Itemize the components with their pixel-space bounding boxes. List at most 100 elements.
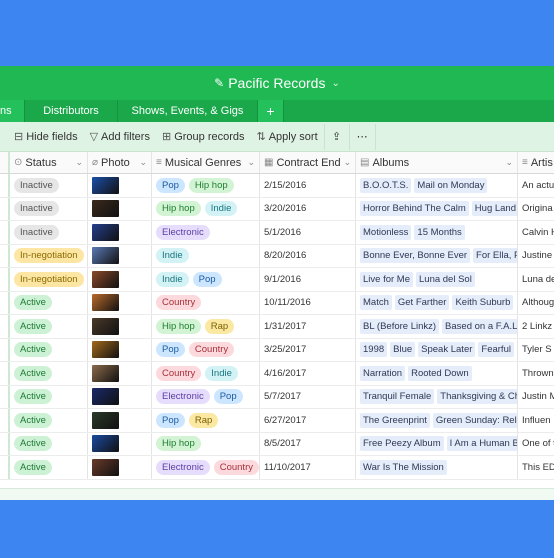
album-link[interactable]: Fearful [478,342,514,358]
artist-bio-cell[interactable]: Althoug [518,292,554,315]
status-cell[interactable]: Inactive [10,197,88,220]
share-button[interactable]: ⇪ [323,123,350,150]
contract-end-cell[interactable]: 3/25/2017 [260,338,356,361]
photo-cell[interactable] [88,174,152,197]
contract-end-cell[interactable]: 10/11/2016 [260,291,356,314]
artist-bio-cell[interactable]: Justine [518,245,554,268]
photo-cell[interactable] [88,268,152,291]
albums-cell[interactable]: Narration Rooted Down [356,362,518,385]
albums-cell[interactable]: War Is The Mission [356,456,518,479]
albums-cell[interactable]: Bonne Ever, Bonne Ever For Ella, P [356,244,518,267]
column-header-artist[interactable]: ≡ Artis [518,152,554,173]
contract-end-cell[interactable]: 5/7/2017 [260,385,356,408]
album-link[interactable]: Tranquil Female [360,389,435,405]
column-header-albums[interactable]: ▤ Albums ⌄ [356,152,518,173]
album-link[interactable]: Luna del Sol [416,271,475,287]
albums-cell[interactable]: BL (Before Linkz) Based on a F.A.L [356,315,518,338]
album-link[interactable]: 1998 [360,342,388,358]
contract-end-cell[interactable]: 8/5/2017 [260,432,356,455]
artist-bio-cell[interactable]: Influen [518,409,554,432]
album-link[interactable]: Free Peezy Album [360,436,444,452]
albums-cell[interactable]: 1998 Blue Speak Later Fearful [356,338,518,361]
artist-photo-thumbnail[interactable] [92,176,119,194]
row-selector[interactable] [0,385,10,408]
status-cell[interactable]: Active [10,291,88,314]
artist-photo-thumbnail[interactable] [92,458,119,476]
albums-cell[interactable]: Motionless 15 Months [356,221,518,244]
artist-bio-cell[interactable]: 2 Linkz [518,315,554,338]
genres-cell[interactable]: Pop Rap [152,409,260,432]
photo-cell[interactable] [88,244,152,267]
photo-cell[interactable] [88,432,152,455]
album-link[interactable]: Green Sunday: Rel [432,412,517,428]
artist-bio-cell[interactable]: One of t [518,433,554,456]
row-selector[interactable] [0,244,10,267]
albums-cell[interactable]: Free Peezy Album I Am a Human B [356,432,518,455]
photo-cell[interactable] [88,456,152,479]
album-link[interactable]: Narration [360,365,406,381]
row-selector[interactable] [0,291,10,314]
chevron-down-icon[interactable]: ⌄ [502,157,513,168]
row-selector[interactable] [0,432,10,455]
albums-cell[interactable]: Tranquil Female Thanksgiving & Ch [356,385,518,408]
group-records-button[interactable]: ⊞ Group records [156,130,251,144]
contract-end-cell[interactable]: 11/10/2017 [260,456,356,479]
album-link[interactable]: Horror Behind The Calm [360,201,469,217]
album-link[interactable]: Rooted Down [408,365,472,381]
status-cell[interactable]: In-negotiation [10,244,88,267]
apply-sort-button[interactable]: ⇅ Apply sort [251,130,324,144]
status-cell[interactable]: Active [10,409,88,432]
genres-cell[interactable]: Indie Pop [152,268,260,291]
row-selector[interactable] [0,362,10,385]
genres-cell[interactable]: Indie [152,244,260,267]
table-row[interactable]: Active Hip hop 8/5/2017 Free Peezy Album I A… [0,432,554,456]
column-header-musical-genres[interactable]: ≡ Musical Genres ⌄ [152,152,260,173]
status-cell[interactable]: Active [10,456,88,479]
contract-end-cell[interactable]: 4/16/2017 [260,362,356,385]
contract-end-cell[interactable]: 2/15/2016 [260,174,356,197]
genres-cell[interactable]: Hip hop Indie [152,197,260,220]
artist-bio-cell[interactable]: This ED [518,456,554,479]
artist-photo-thumbnail[interactable] [92,435,119,453]
status-cell[interactable]: Inactive [10,221,88,244]
albums-cell[interactable]: B.O.O.T.S. Mail on Monday [356,174,518,197]
row-selector[interactable] [0,315,10,338]
table-row[interactable]: Active Electronic Country 11/10/2017 War Is … [0,456,554,480]
album-link[interactable]: Blue [390,342,416,358]
artist-photo-thumbnail[interactable] [92,270,119,288]
column-header-photo[interactable]: ⌀ Photo ⌄ [88,152,152,173]
albums-cell[interactable]: The Greenprint Green Sunday: Rel [356,409,518,432]
tab-shows-events-gigs[interactable]: Shows, Events, & Gigs [118,100,258,122]
table-row[interactable]: Active Pop Rap 6/27/2017 The Greenprint Green… [0,409,554,433]
genres-cell[interactable]: Electronic Pop [152,385,260,408]
album-link[interactable]: B.O.O.T.S. [360,177,412,193]
table-row[interactable]: Inactive Hip hop Indie 3/20/2016 Horror Behi… [0,197,554,221]
album-link[interactable]: Based on a F.A.L [442,318,517,334]
album-link[interactable]: Get Farther [394,295,450,311]
artist-photo-thumbnail[interactable] [92,411,119,429]
hide-fields-button[interactable]: ⊟ Hide fields [8,130,84,144]
genres-cell[interactable]: Pop Hip hop [152,174,260,197]
genres-cell[interactable]: Country [152,291,260,314]
artist-bio-cell[interactable]: Calvin H [518,221,554,244]
row-selector[interactable] [0,221,10,244]
table-row[interactable]: In-negotiation Indie Pop 9/1/2016 Live for M… [0,268,554,292]
album-link[interactable]: BL (Before Linkz) [360,318,440,334]
album-link[interactable]: Bonne Ever, Bonne Ever [360,248,471,264]
photo-cell[interactable] [88,221,152,244]
artist-photo-thumbnail[interactable] [92,200,119,218]
genres-cell[interactable]: Electronic [152,221,260,244]
contract-end-cell[interactable]: 3/20/2016 [260,197,356,220]
table-row[interactable]: Active Country Indie 4/16/2017 Narration Root… [0,362,554,386]
column-header-status[interactable]: ⊙ Status ⌄ [10,152,88,173]
table-row[interactable]: Active Hip hop Rap 1/31/2017 BL (Before Link… [0,315,554,339]
tab-artists[interactable]: ns [0,100,25,122]
row-selector[interactable] [0,197,10,220]
album-link[interactable]: Live for Me [360,271,413,287]
album-link[interactable]: Thanksgiving & Ch [437,389,517,405]
photo-cell[interactable] [88,291,152,314]
chevron-down-icon[interactable]: ⌄ [72,157,83,168]
table-row[interactable]: Active Country 10/11/2016 Match Get Farther K… [0,291,554,315]
artist-photo-thumbnail[interactable] [92,317,119,335]
album-link[interactable]: Mail on Monday [414,177,488,193]
